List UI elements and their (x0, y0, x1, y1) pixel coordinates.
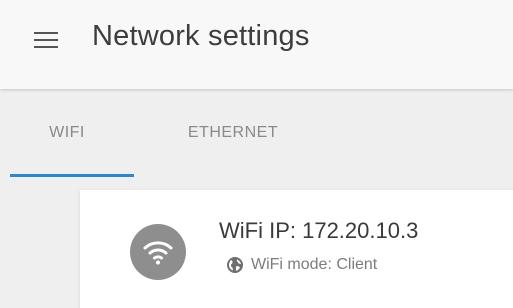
page-title: Network settings (92, 20, 310, 52)
active-tab-indicator (10, 174, 134, 177)
wifi-avatar (130, 224, 186, 280)
hamburger-menu-icon[interactable] (34, 30, 68, 54)
tab-wifi[interactable]: WIFI (0, 89, 134, 177)
tab-ethernet-label: ETHERNET (187, 124, 279, 141)
wifi-mode-row: WiFi mode: Client (226, 256, 377, 274)
wifi-icon (143, 241, 173, 265)
globe-icon (227, 257, 243, 273)
wifi-info-card[interactable]: WiFi IP: 172.20.10.3 WiFi mode: Client (80, 190, 513, 308)
wifi-mode-text: WiFi mode: Client (251, 256, 378, 273)
menu-line (34, 39, 58, 41)
tab-bar: WIFI ETHERNET (0, 89, 513, 177)
tab-ethernet[interactable]: ETHERNET (134, 89, 332, 177)
app-header: Network settings (0, 0, 513, 89)
tab-wifi-label: WIFI (49, 124, 85, 141)
menu-line (34, 46, 58, 48)
menu-line (34, 32, 58, 34)
wifi-ip-text: WiFi IP: 172.20.10.3 (219, 218, 419, 243)
app-window: Network settings WIFI ETHERNET WiFi IP: … (0, 0, 513, 308)
